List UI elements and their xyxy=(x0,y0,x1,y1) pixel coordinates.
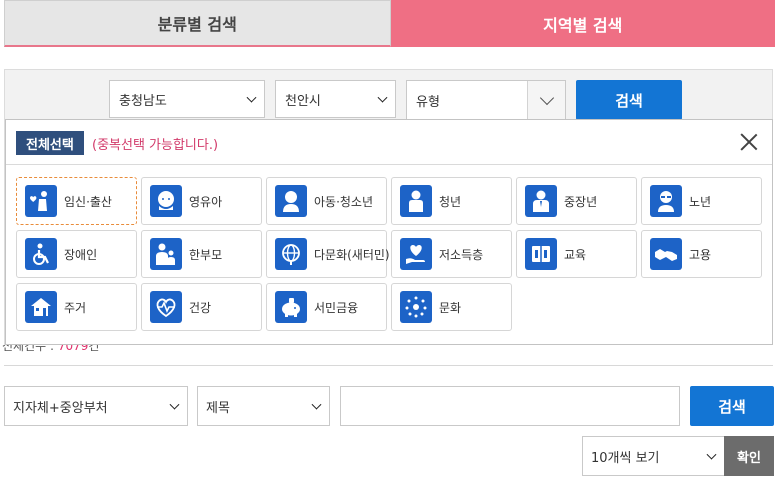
type-item-label: 교육 xyxy=(564,247,587,262)
region-search-button[interactable]: 검색 xyxy=(576,80,682,120)
type-item-label: 서민금융 xyxy=(314,300,359,315)
chevron-down-icon xyxy=(311,399,322,410)
city-select[interactable]: 천안시 xyxy=(275,80,396,118)
heart-pulse-icon xyxy=(150,291,182,323)
divider xyxy=(4,365,773,366)
field-select-value: 제목 xyxy=(206,400,230,416)
young-adult-icon xyxy=(400,185,432,217)
type-item-elderly[interactable]: 노년 xyxy=(641,177,762,225)
type-item-health[interactable]: 건강 xyxy=(141,283,262,331)
per-page-select[interactable]: 10개씩 보기 xyxy=(582,436,725,476)
heart-hand-icon xyxy=(400,238,432,270)
type-item-infant[interactable]: 영유아 xyxy=(141,177,262,225)
type-item-multicultural[interactable]: 다문화(새터민) xyxy=(266,230,390,278)
type-item-label: 노년 xyxy=(689,194,712,209)
type-item-housing[interactable]: 주거 xyxy=(16,283,137,331)
chevron-down-icon xyxy=(246,92,257,103)
type-item-culture[interactable]: 문화 xyxy=(391,283,512,331)
result-count-prefix: 전체건수 : xyxy=(2,345,55,353)
pregnancy-icon xyxy=(25,185,57,217)
type-panel-header: 전체선택 (중복선택 가능합니다.) xyxy=(6,120,772,165)
confirm-button[interactable]: 확인 xyxy=(724,436,774,476)
type-item-education[interactable]: 교육 xyxy=(516,230,637,278)
per-page-select-value: 10개씩 보기 xyxy=(591,450,660,466)
city-select-value: 천안시 xyxy=(285,93,321,109)
type-item-label: 중장년 xyxy=(564,194,598,209)
select-all-button[interactable]: 전체선택 xyxy=(16,131,84,155)
type-select[interactable]: 유형 xyxy=(406,80,566,121)
type-item-label: 청년 xyxy=(439,194,462,209)
province-select-value: 충청남도 xyxy=(119,93,167,109)
type-item-young-adult[interactable]: 청년 xyxy=(391,177,512,225)
search-tabs: 분류별 검색 지역별 검색 xyxy=(4,0,775,47)
chevron-down-icon xyxy=(377,92,388,103)
chevron-down-icon xyxy=(706,449,717,460)
type-item-child-youth[interactable]: 아동·청소년 xyxy=(266,177,387,225)
field-select[interactable]: 제목 xyxy=(197,386,330,426)
close-icon[interactable] xyxy=(740,133,758,151)
culture-icon xyxy=(400,291,432,323)
type-item-label: 아동·청소년 xyxy=(314,194,374,209)
result-count-value: 7079 xyxy=(57,345,89,353)
type-item-label: 주거 xyxy=(64,300,87,315)
chevron-down-icon xyxy=(169,399,180,410)
single-parent-icon xyxy=(150,238,182,270)
infant-icon xyxy=(150,185,182,217)
type-item-label: 건강 xyxy=(189,300,212,315)
type-item-label: 임신·출산 xyxy=(64,194,112,209)
globe-icon xyxy=(275,238,307,270)
type-item-employment[interactable]: 고용 xyxy=(641,230,762,278)
chevron-down-icon[interactable] xyxy=(527,81,565,121)
house-icon xyxy=(25,291,57,323)
tab-region-search[interactable]: 지역별 검색 xyxy=(390,0,775,47)
type-item-single-parent[interactable]: 한부모 xyxy=(141,230,262,278)
type-item-pregnancy[interactable]: 임신·출산 xyxy=(16,177,137,225)
result-count: 전체건수 : 7079건 xyxy=(2,345,99,355)
province-select[interactable]: 충청남도 xyxy=(109,80,265,118)
type-item-label: 문화 xyxy=(439,300,462,315)
scope-select[interactable]: 지자체+중앙부처 xyxy=(4,386,188,426)
multi-select-note: (중복선택 가능합니다.) xyxy=(92,138,219,153)
type-select-placeholder: 유형 xyxy=(416,95,440,110)
keyword-input[interactable] xyxy=(340,386,680,426)
disabled-icon xyxy=(25,238,57,270)
piggy-bank-icon xyxy=(275,291,307,323)
tab-category-search[interactable]: 분류별 검색 xyxy=(4,0,391,47)
elderly-icon xyxy=(650,185,682,217)
scope-select-value: 지자체+중앙부처 xyxy=(13,400,108,416)
handshake-icon xyxy=(650,238,682,270)
book-icon xyxy=(525,238,557,270)
type-item-label: 한부모 xyxy=(189,247,223,262)
middle-aged-icon xyxy=(525,185,557,217)
type-item-label: 고용 xyxy=(689,247,712,262)
type-item-label: 영유아 xyxy=(189,194,223,209)
type-item-label: 다문화(새터민) xyxy=(314,247,390,262)
type-item-middle-aged[interactable]: 중장년 xyxy=(516,177,637,225)
type-item-label: 저소득층 xyxy=(439,247,484,262)
type-item-finance[interactable]: 서민금융 xyxy=(266,283,387,331)
keyword-search-button[interactable]: 검색 xyxy=(690,386,774,426)
child-youth-icon xyxy=(275,185,307,217)
type-item-label: 장애인 xyxy=(64,247,98,262)
type-item-disabled[interactable]: 장애인 xyxy=(16,230,137,278)
result-count-suffix: 건 xyxy=(88,345,100,353)
type-item-low-income[interactable]: 저소득층 xyxy=(391,230,512,278)
